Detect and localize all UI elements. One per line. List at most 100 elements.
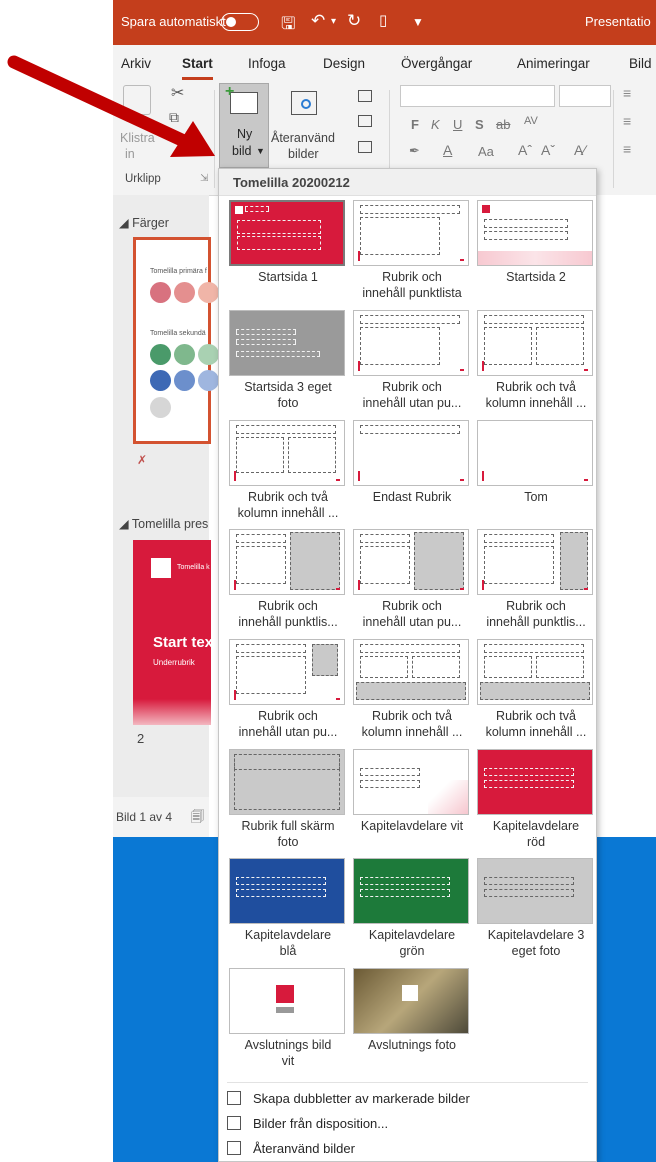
font-color-icon[interactable]: A (443, 142, 452, 158)
bold-icon[interactable]: F (411, 117, 419, 132)
reset-icon[interactable] (358, 115, 372, 127)
layout-option[interactable]: Tom (477, 420, 595, 505)
layout-option[interactable]: Rubrik och innehåll utan pu... (353, 529, 471, 630)
layout-thumbnail (477, 420, 593, 486)
layout-thumbnail (353, 420, 469, 486)
layout-option[interactable]: Kapitelavdelare röd (477, 749, 595, 850)
layout-thumbnail (229, 200, 345, 266)
layout-option[interactable]: Endast Rubrik (353, 420, 471, 505)
layout-option[interactable]: Kapitelavdelare vit (353, 749, 471, 834)
tab-infoga[interactable]: Infoga (248, 56, 286, 71)
shadow-icon[interactable]: S (475, 117, 484, 132)
section-colors[interactable]: ◢ Färger (119, 215, 169, 230)
reuse-slides-label-2[interactable]: bilder (288, 147, 319, 161)
reuse-slides-label[interactable]: Återanvänd (271, 131, 335, 145)
layout-option[interactable]: Rubrik och två kolumn innehåll ... (477, 639, 595, 740)
layout-icon[interactable] (358, 90, 372, 102)
layout-label: Rubrik och innehåll punktlis... (238, 599, 338, 629)
spacing-icon[interactable]: AV (524, 115, 538, 127)
font-name-select[interactable] (400, 85, 555, 107)
gallery-header: Tomelilla 20200212 (219, 169, 596, 196)
layout-label: Startsida 1 (258, 270, 318, 284)
undo-dropdown-icon[interactable]: ▾ (331, 16, 336, 27)
thumb2-logo-text: Tomelilla k (177, 564, 210, 571)
duplicate-slides-icon (227, 1091, 241, 1105)
tab-overgangar[interactable]: Övergångar (401, 56, 472, 71)
bullets-icon[interactable]: ≡ (623, 85, 631, 101)
slide-thumbnail-2[interactable]: Tomelilla k Start tex Underrubrik (133, 540, 211, 725)
layout-label: Avslutnings bild vit (244, 1038, 332, 1068)
highlight-icon[interactable]: ✒ (409, 143, 420, 159)
layout-option[interactable]: Kapitelavdelare grön (353, 858, 471, 959)
redo-icon[interactable]: ↻ (347, 11, 361, 31)
change-case-icon[interactable]: Aa (478, 144, 494, 159)
layout-thumbnail (353, 529, 469, 595)
font-size-select[interactable] (559, 85, 611, 107)
strikethrough-icon[interactable]: ab (496, 117, 510, 132)
presenter-icon[interactable]: ▯ (379, 11, 387, 29)
thumb1-text-2: Tomelilla sekundä (150, 330, 206, 337)
layout-thumbnail (353, 639, 469, 705)
layout-thumbnail (229, 420, 345, 486)
layout-option[interactable]: Startsida 1 (229, 200, 347, 285)
layout-option[interactable]: Startsida 3 eget foto (229, 310, 347, 411)
layout-option[interactable]: Rubrik och innehåll utan pu... (229, 639, 347, 740)
layout-option[interactable]: Rubrik och två kolumn innehåll ... (477, 310, 595, 411)
layout-option[interactable]: Rubrik och två kolumn innehåll ... (353, 639, 471, 740)
tab-design[interactable]: Design (323, 56, 365, 71)
section-presentation[interactable]: ◢ Tomelilla pres (119, 516, 208, 531)
layout-label: Rubrik och innehåll punktlista (362, 270, 462, 300)
layout-label: Rubrik och två kolumn innehåll ... (485, 709, 587, 739)
section-icon[interactable] (358, 141, 372, 153)
increase-font-icon[interactable]: Aˆ (518, 142, 532, 158)
layout-thumbnail (229, 968, 345, 1034)
layout-option[interactable]: Avslutnings bild vit (229, 968, 347, 1069)
layout-label: Rubrik full skärm foto (241, 819, 335, 849)
reuse-slides-icon[interactable] (291, 91, 317, 115)
layout-label: Kapitelavdelare vit (360, 819, 464, 833)
layout-option[interactable]: Kapitelavdelare 3 eget foto (477, 858, 595, 959)
slide-thumbnail-1[interactable]: Tomelilla primära f Tomelilla sekundä (133, 237, 219, 444)
layout-label: Rubrik och två kolumn innehåll ... (485, 380, 587, 410)
layout-thumbnail (229, 529, 345, 595)
layout-thumbnail (477, 529, 593, 595)
document-title: Presentatio (585, 14, 651, 29)
layout-option[interactable]: Rubrik full skärm foto (229, 749, 347, 850)
indent-icon[interactable]: ≡ (623, 113, 631, 129)
align-icon[interactable]: ≡ (623, 141, 631, 157)
notes-icon[interactable]: 🗐 (191, 808, 204, 830)
dialog-launcher-icon[interactable]: ⇲ (200, 173, 208, 184)
layout-thumbnail (477, 858, 593, 924)
customize-qat-icon[interactable]: ▼ (412, 15, 424, 29)
layout-option[interactable]: Rubrik och innehåll utan pu... (353, 310, 471, 411)
new-slide-gallery: Tomelilla 20200212 Startsida 1 Rubrik och… (218, 168, 597, 1162)
save-icon[interactable]: 🖫 (281, 11, 295, 40)
layout-option[interactable]: Rubrik och innehåll punktlista (353, 200, 471, 301)
italic-icon[interactable]: K (431, 117, 440, 132)
layout-thumbnail (229, 749, 345, 815)
clear-format-icon[interactable]: A∕ (574, 142, 586, 158)
layout-option[interactable]: Kapitelavdelare blå (229, 858, 347, 959)
chevron-down-icon: ▼ (256, 146, 265, 156)
layout-label: Avslutnings foto (367, 1038, 457, 1052)
layout-option[interactable]: Startsida 2 (477, 200, 595, 285)
layout-option[interactable]: Avslutnings foto (353, 968, 471, 1053)
thumb2-title: Start tex (153, 634, 211, 651)
layout-label: Kapitelavdelare 3 eget foto (487, 928, 585, 958)
slide-canvas[interactable] (597, 195, 656, 837)
tab-animeringar[interactable]: Animeringar (517, 56, 590, 71)
layout-label: Rubrik och två kolumn innehåll ... (237, 490, 339, 520)
tab-bildspel[interactable]: Bild (629, 56, 652, 71)
layout-label: Startsida 2 (506, 270, 566, 284)
layout-option[interactable]: Rubrik och innehåll punktlis... (229, 529, 347, 630)
layout-label: Rubrik och innehåll utan pu... (362, 599, 462, 629)
undo-icon[interactable]: ↶ (311, 11, 325, 31)
layout-thumbnail (353, 749, 469, 815)
decrease-font-icon[interactable]: Aˇ (541, 142, 555, 158)
layout-label: Kapitelavdelare grön (368, 928, 456, 958)
layout-label: Kapitelavdelare röd (492, 819, 580, 849)
underline-icon[interactable]: U (453, 117, 462, 132)
layout-option[interactable]: Rubrik och innehåll punktlis... (477, 529, 595, 630)
layout-option[interactable]: Rubrik och två kolumn innehåll ... (229, 420, 347, 521)
thumb2-subtitle: Underrubrik (153, 658, 195, 667)
